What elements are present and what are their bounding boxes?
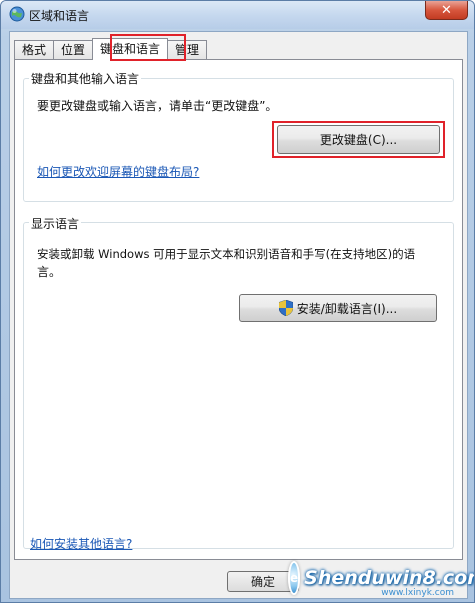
window-title: 区域和语言	[29, 9, 90, 23]
tab-keyboards-languages[interactable]: 键盘和语言	[92, 38, 169, 60]
dialog-client-area: 格式 位置 键盘和语言 管理 键盘和其他输入语言 要更改键盘或输入语言，请单击“…	[9, 31, 468, 599]
globe-icon	[9, 6, 25, 22]
keyboard-description: 要更改键盘或输入语言，请单击“更改键盘”。	[37, 99, 278, 113]
display-language-group-label: 显示语言	[29, 215, 82, 232]
tab-panel: 键盘和其他输入语言 要更改键盘或输入语言，请单击“更改键盘”。 更改键盘(C).…	[14, 59, 463, 560]
ok-label: 确定	[250, 575, 275, 589]
keyboard-group-label: 键盘和其他输入语言	[29, 70, 142, 87]
watermark-sub: www.lxinyk.com	[381, 588, 454, 598]
watermark-brand: Shenduwin8.com	[304, 567, 475, 589]
tab-administrative[interactable]: 管理	[167, 40, 208, 60]
tab-strip: 格式 位置 键盘和语言 管理	[14, 38, 208, 60]
install-uninstall-label: 安装/卸载语言(I)...	[296, 301, 398, 316]
tab-location[interactable]: 位置	[53, 40, 94, 60]
watermark-logo-icon: e	[288, 561, 301, 595]
change-keyboards-button[interactable]: 更改键盘(C)...	[277, 125, 440, 154]
display-language-description-1: 安装或卸载 Windows 可用于显示文本和识别语音和手写(在支持地区)的语	[37, 247, 416, 261]
dialog-window: 区域和语言 ✕ 格式 位置 键盘和语言 管理 键盘和其他输入语言 要更改键盘或输…	[0, 0, 475, 603]
change-keyboards-label: 更改键盘(C)...	[319, 133, 398, 147]
install-uninstall-languages-button[interactable]: 安装/卸载语言(I)...	[239, 294, 437, 322]
install-other-languages-link[interactable]: 如何安装其他语言?	[30, 535, 132, 552]
close-button[interactable]: ✕	[425, 1, 468, 20]
tab-format[interactable]: 格式	[14, 40, 55, 60]
display-language-group	[23, 222, 454, 549]
title-bar[interactable]: 区域和语言 ✕	[1, 1, 474, 29]
uac-shield-icon	[278, 300, 293, 316]
welcome-keyboard-link[interactable]: 如何更改欢迎屏幕的键盘布局?	[37, 163, 199, 180]
close-icon: ✕	[441, 2, 452, 18]
display-language-description-2: 言。	[37, 265, 62, 279]
site-watermark: e Shenduwin8.com www.lxinyk.com	[288, 558, 474, 598]
